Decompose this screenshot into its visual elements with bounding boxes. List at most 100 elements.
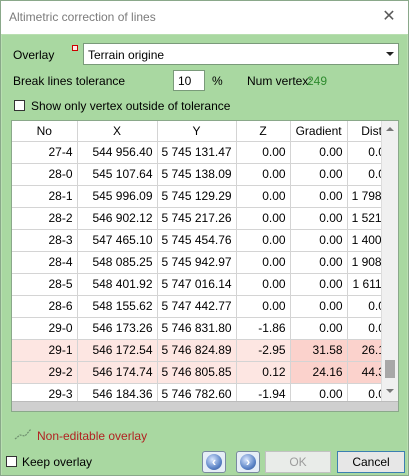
cell: 0.00 [236, 207, 291, 230]
cell: 0.00 [290, 207, 348, 230]
scroll-down-icon[interactable] [386, 389, 394, 393]
cell: 0.00 [236, 229, 291, 252]
cell: 548 085.25 [77, 251, 158, 274]
cell: 0.00 [290, 295, 348, 318]
keep-overlay-label: Keep overlay [22, 455, 93, 469]
cell: 544 956.40 [77, 141, 158, 164]
tolerance-input[interactable] [173, 70, 205, 91]
title-bar: Altimetric correction of lines ✕ [1, 1, 408, 34]
overlay-dropdown-value: Terrain origine [88, 48, 165, 62]
cell: 29-0 [12, 317, 78, 340]
table-row[interactable]: 28-0 545 107.64 5 745 138.09 0.00 0.00 0… [12, 163, 397, 186]
table-row[interactable]: 28-6 548 155.62 5 747 442.77 0.00 0.00 0… [12, 295, 397, 318]
vertex-table-grid: No X Y Z Gradient Dist 27-4 544 956.40 5… [12, 121, 397, 406]
cell: 28-4 [12, 251, 78, 274]
close-icon[interactable]: ✕ [378, 6, 400, 28]
cell: 5 745 129.29 [157, 185, 237, 208]
cell: 28-1 [12, 185, 78, 208]
cell: 5 745 217.26 [157, 207, 237, 230]
column-header[interactable]: Y [157, 121, 237, 142]
table-header-row: No X Y Z Gradient Dist [12, 121, 397, 142]
cell: -2.95 [236, 339, 291, 362]
cell: 0.00 [236, 273, 291, 296]
cell: 5 747 442.77 [157, 295, 237, 318]
cell: 546 902.12 [77, 207, 158, 230]
cell: 5 745 454.76 [157, 229, 237, 252]
previous-button[interactable]: ‹ [202, 451, 226, 473]
cell: 29-1 [12, 339, 78, 362]
cell: 5 745 942.97 [157, 251, 237, 274]
cell: 5 747 016.14 [157, 273, 237, 296]
cell: 0.00 [236, 185, 291, 208]
next-button[interactable]: › [236, 451, 260, 473]
vertical-scrollbar[interactable] [381, 121, 398, 401]
cell: 546 173.26 [77, 317, 158, 340]
scroll-up-icon[interactable] [386, 127, 394, 131]
horizontal-scrollbar[interactable] [12, 401, 398, 411]
overlay-dropdown[interactable]: Terrain origine [83, 43, 399, 65]
cell: 0.00 [236, 251, 291, 274]
cell: 28-3 [12, 229, 78, 252]
ok-button[interactable]: OK [265, 451, 331, 473]
window-title: Altimetric correction of lines [9, 10, 156, 24]
table-row[interactable]: 28-4 548 085.25 5 745 942.97 0.00 0.00 1… [12, 251, 397, 274]
vertex-table: No X Y Z Gradient Dist 27-4 544 956.40 5… [11, 120, 399, 412]
cell: 28-0 [12, 163, 78, 186]
cell-out-of-tolerance: 24.16 [290, 361, 348, 384]
table-row-highlighted[interactable]: 29-2 546 174.74 5 746 805.85 0.12 24.16 … [12, 361, 397, 384]
cell: -1.86 [236, 317, 291, 340]
keep-overlay-checkbox[interactable] [6, 456, 17, 467]
cell: 547 465.10 [77, 229, 158, 252]
show-outside-checkbox[interactable] [14, 100, 25, 111]
table-row[interactable]: 28-2 546 902.12 5 745 217.26 0.00 0.00 1… [12, 207, 397, 230]
scroll-thumb[interactable] [385, 360, 395, 378]
column-header[interactable]: Z [236, 121, 291, 142]
column-header[interactable]: No [12, 121, 78, 142]
cell: 5 745 131.47 [157, 141, 237, 164]
cell: 5 746 831.80 [157, 317, 237, 340]
overlay-marker-icon [72, 45, 78, 51]
overlay-label: Overlay [13, 48, 55, 62]
cell: 0.00 [236, 141, 291, 164]
cell: 0.00 [236, 295, 291, 318]
chevron-down-icon[interactable] [386, 52, 394, 56]
cell: 0.12 [236, 361, 291, 384]
cell: 0.00 [290, 229, 348, 252]
cancel-button[interactable]: Cancel [337, 451, 405, 473]
cell: 546 174.74 [77, 361, 158, 384]
table-row[interactable]: 28-3 547 465.10 5 745 454.76 0.00 0.00 1… [12, 229, 397, 252]
table-row-highlighted[interactable]: 29-1 546 172.54 5 746 824.89 -2.95 31.58… [12, 339, 397, 362]
tolerance-label: Break lines tolerance [13, 74, 126, 88]
non-editable-label: Non-editable overlay [37, 429, 148, 443]
cell: 0.00 [290, 141, 348, 164]
table-row[interactable]: 28-5 548 401.92 5 747 016.14 0.00 0.00 1… [12, 273, 397, 296]
non-editable-line-icon [14, 428, 32, 440]
cell: 0.00 [290, 317, 348, 340]
dialog-window: Altimetric correction of lines ✕ Overlay… [0, 0, 409, 476]
cell: 548 155.62 [77, 295, 158, 318]
tolerance-unit: % [212, 74, 223, 88]
cell: 546 172.54 [77, 339, 158, 362]
show-outside-label: Show only vertex outside of tolerance [31, 99, 231, 113]
num-vertex-value: 249 [307, 74, 328, 88]
cell: 0.00 [290, 163, 348, 186]
cell: 28-2 [12, 207, 78, 230]
table-row[interactable]: 27-4 544 956.40 5 745 131.47 0.00 0.00 0… [12, 141, 397, 164]
table-row[interactable]: 28-1 545 996.09 5 745 129.29 0.00 0.00 1… [12, 185, 397, 208]
cell: 28-6 [12, 295, 78, 318]
cell: 27-4 [12, 141, 78, 164]
column-header[interactable]: Gradient [290, 121, 348, 142]
column-header[interactable]: X [77, 121, 158, 142]
cell: 548 401.92 [77, 273, 158, 296]
cell: 29-2 [12, 361, 78, 384]
cell: 0.00 [290, 251, 348, 274]
cell: 5 745 138.09 [157, 163, 237, 186]
num-vertex-label: Num vertex: [247, 74, 312, 88]
cell: 545 107.64 [77, 163, 158, 186]
cell: 28-5 [12, 273, 78, 296]
cell: 5 746 805.85 [157, 361, 237, 384]
cell: 0.00 [290, 273, 348, 296]
cell: 5 746 824.89 [157, 339, 237, 362]
table-row[interactable]: 29-0 546 173.26 5 746 831.80 -1.86 0.00 … [12, 317, 397, 340]
cell-out-of-tolerance: 31.58 [290, 339, 348, 362]
